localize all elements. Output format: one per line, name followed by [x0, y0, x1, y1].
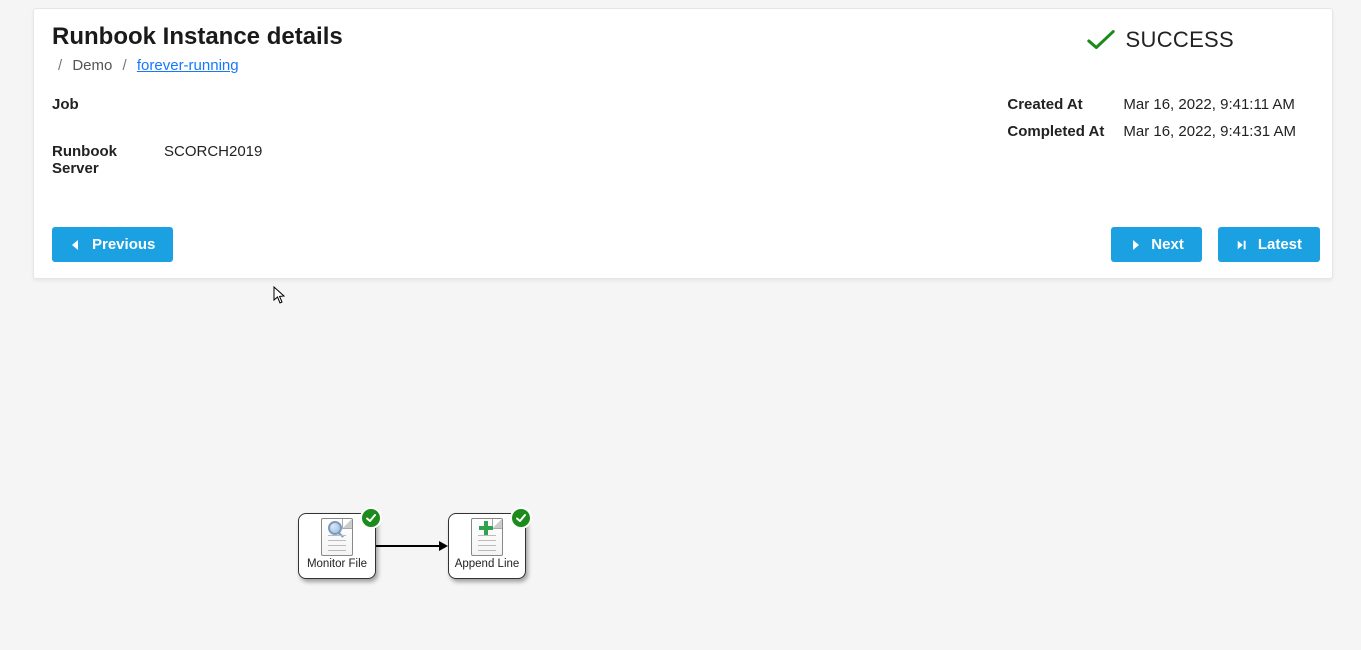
details-right: Created At Mar 16, 2022, 9:41:11 AM Comp… [1007, 96, 1320, 187]
caret-left-icon [70, 239, 82, 251]
kv-job: Job [52, 96, 1007, 113]
completed-value: Mar 16, 2022, 9:41:31 AM [1123, 123, 1296, 140]
completed-label: Completed At [1007, 123, 1123, 140]
caret-right-icon [1129, 239, 1141, 251]
status-badge: SUCCESS [1086, 27, 1234, 53]
mouse-cursor-icon [273, 286, 287, 304]
server-value: SCORCH2019 [164, 143, 262, 177]
breadcrumb-sep: / [123, 57, 127, 74]
file-monitor-icon [321, 518, 353, 556]
created-value: Mar 16, 2022, 9:41:11 AM [1123, 96, 1295, 113]
details-card: Runbook Instance details / Demo / foreve… [33, 8, 1333, 279]
breadcrumb: / Demo / forever-running [52, 57, 343, 74]
file-append-icon [471, 518, 503, 556]
kv-created: Created At Mar 16, 2022, 9:41:11 AM [1007, 96, 1296, 113]
breadcrumb-link-forever-running[interactable]: forever-running [137, 57, 239, 74]
runbook-diagram: Monitor File Append Line [298, 513, 526, 579]
node-status-badge [510, 507, 532, 529]
check-icon [365, 512, 377, 524]
breadcrumb-item-0: Demo [72, 57, 112, 74]
kv-server: Runbook Server SCORCH2019 [52, 143, 1007, 177]
status-text: SUCCESS [1126, 27, 1234, 53]
flow-arrow [376, 541, 448, 551]
header-left: Runbook Instance details / Demo / foreve… [52, 23, 343, 74]
created-label: Created At [1007, 96, 1123, 113]
node-label: Append Line [455, 558, 520, 570]
check-icon [1086, 28, 1116, 52]
next-button[interactable]: Next [1111, 227, 1202, 262]
button-right-group: Next Latest [1111, 227, 1320, 262]
details-left: Job Runbook Server SCORCH2019 [52, 96, 1007, 187]
header-row: Runbook Instance details / Demo / foreve… [52, 23, 1320, 74]
node-status-badge [360, 507, 382, 529]
node-monitor-file[interactable]: Monitor File [298, 513, 376, 579]
details-section: Job Runbook Server SCORCH2019 Created At… [52, 96, 1320, 187]
button-row: Previous Next Latest [52, 227, 1320, 262]
job-label: Job [52, 96, 164, 113]
skip-end-icon [1236, 239, 1248, 251]
page-title: Runbook Instance details [52, 23, 343, 51]
node-append-line[interactable]: Append Line [448, 513, 526, 579]
server-label: Runbook Server [52, 143, 164, 177]
kv-completed: Completed At Mar 16, 2022, 9:41:31 AM [1007, 123, 1296, 140]
breadcrumb-sep: / [58, 57, 62, 74]
check-icon [515, 512, 527, 524]
node-label: Monitor File [307, 558, 367, 570]
previous-button[interactable]: Previous [52, 227, 173, 262]
next-button-label: Next [1151, 236, 1184, 253]
latest-button[interactable]: Latest [1218, 227, 1320, 262]
latest-button-label: Latest [1258, 236, 1302, 253]
previous-button-label: Previous [92, 236, 155, 253]
